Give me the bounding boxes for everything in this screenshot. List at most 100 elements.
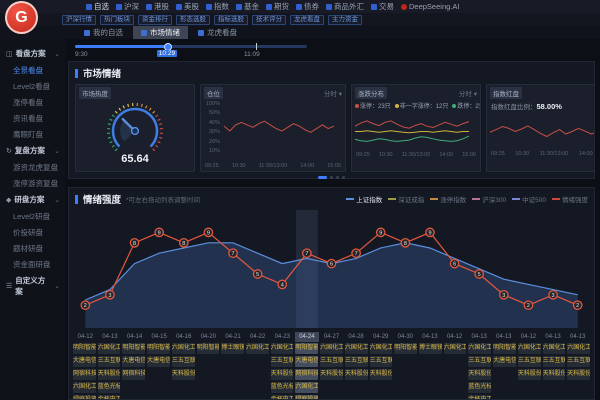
date-cell[interactable]: 04-13 xyxy=(418,332,443,342)
stock-cell[interactable]: 六国化工 xyxy=(246,343,269,354)
stock-cell[interactable]: 绿庭投资 xyxy=(295,395,318,399)
stock-cell[interactable]: 三五互联 xyxy=(271,356,294,367)
stock-cell[interactable]: 六国化工 xyxy=(543,343,566,354)
stock-cell[interactable]: 金杯电工 xyxy=(98,395,121,399)
stock-cell[interactable]: 三五互联 xyxy=(518,356,541,367)
date-cell[interactable]: 04-13 xyxy=(565,332,590,342)
updown-period-dropdown[interactable]: 分时 ▾ xyxy=(459,88,477,98)
stock-cell[interactable]: 三五互联 xyxy=(172,356,195,367)
stock-cell[interactable]: 天科股份 xyxy=(543,369,566,380)
date-cell[interactable]: 04-23 xyxy=(270,332,295,342)
topbar-menu-item[interactable]: 自选 xyxy=(86,1,109,12)
stock-cell[interactable]: 大唐电信 xyxy=(493,356,516,367)
toolbar-button[interactable]: 主力资金 xyxy=(328,15,362,25)
stock-cell[interactable]: 三五互联 xyxy=(543,356,566,367)
sidebar-section-header[interactable]: ☰自定义方案⌄ xyxy=(0,272,65,300)
date-cell[interactable]: 04-30 xyxy=(393,332,418,342)
stock-cell[interactable]: 六国化工 xyxy=(370,343,393,354)
date-cell[interactable]: 04-13 xyxy=(467,332,492,342)
stock-cell[interactable]: 明阳智能 xyxy=(493,343,516,354)
stock-cell[interactable]: 三五互联 xyxy=(567,356,590,367)
stock-cell[interactable]: 天科股份 xyxy=(172,369,195,380)
topbar-menu-item[interactable]: 期货 xyxy=(266,1,289,12)
stock-cell[interactable]: 天科股份 xyxy=(271,369,294,380)
date-cell[interactable]: 04-21 xyxy=(221,332,246,342)
sidebar-item[interactable]: 涨停看盘 xyxy=(0,94,65,110)
topbar-menu-item[interactable]: 港股 xyxy=(146,1,169,12)
topbar-menu-item[interactable]: 基金 xyxy=(236,1,259,12)
date-cell[interactable]: 04-16 xyxy=(171,332,196,342)
stock-cell[interactable]: 六国化工 xyxy=(98,343,121,354)
stock-cell[interactable]: 大唐电信 xyxy=(147,356,170,367)
stock-cell[interactable]: 金杯电工 xyxy=(271,395,294,399)
stock-cell[interactable]: 六国化工 xyxy=(271,343,294,354)
date-cell[interactable]: 04-12 xyxy=(442,332,467,342)
date-cell[interactable]: 04-28 xyxy=(344,332,369,342)
stock-cell[interactable]: 三五互联 xyxy=(320,356,343,367)
stock-cell[interactable]: 天科股份 xyxy=(468,369,491,380)
carousel-dot[interactable] xyxy=(318,176,327,179)
topbar-menu-item[interactable]: 沪深 xyxy=(116,1,139,12)
date-cell[interactable]: 04-27 xyxy=(319,332,344,342)
stock-cell[interactable]: 大唐电信 xyxy=(295,356,318,367)
sidebar-section-header[interactable]: ◫看盘方案⌄ xyxy=(0,45,65,62)
date-cell[interactable]: 04-20 xyxy=(196,332,221,342)
stock-cell[interactable]: 六国化工 xyxy=(345,343,368,354)
toolbar-button[interactable]: 资金排行 xyxy=(138,15,172,25)
stock-cell[interactable]: 六国化工 xyxy=(295,382,318,393)
date-cell[interactable]: 04-12 xyxy=(73,332,98,342)
date-cell[interactable]: 04-12 xyxy=(516,332,541,342)
stock-cell[interactable]: 六国化工 xyxy=(320,343,343,354)
stock-cell[interactable]: 金杯电工 xyxy=(468,395,491,399)
sidebar-item[interactable]: 全景看盘 xyxy=(0,62,65,78)
stock-cell[interactable]: 天科股份 xyxy=(98,369,121,380)
legend-entry[interactable]: 上证指数 xyxy=(346,194,382,204)
legend-entry[interactable]: 涨停指数 xyxy=(430,194,466,204)
stock-cell[interactable]: 绿庭投资 xyxy=(73,395,96,399)
stock-cell[interactable]: 蓝色光标 xyxy=(271,382,294,393)
stock-cell[interactable]: 六国化工 xyxy=(567,343,590,354)
view-tab[interactable]: 我的自选 xyxy=(76,26,131,39)
date-cell[interactable]: 04-22 xyxy=(245,332,270,342)
stock-cell[interactable]: 三五互联 xyxy=(370,356,393,367)
view-tab[interactable]: 市场情绪 xyxy=(133,26,188,39)
stock-cell[interactable]: 天科股份 xyxy=(567,369,590,380)
stock-cell[interactable]: 网宿科技 xyxy=(122,369,145,380)
sidebar-section-header[interactable]: ◆研盘方案⌄ xyxy=(0,191,65,208)
sidebar-item[interactable]: 资金面研盘 xyxy=(0,256,65,272)
stock-cell[interactable]: 明阳智能 xyxy=(73,343,96,354)
toolbar-button[interactable]: 龙虎看盘 xyxy=(290,15,324,25)
toolbar-button[interactable]: 指标选股 xyxy=(214,15,248,25)
stock-cell[interactable]: 明阳智能 xyxy=(122,343,145,354)
toolbar-button[interactable]: 沪深行情 xyxy=(62,15,96,25)
topbar-menu-item[interactable]: 债券 xyxy=(296,1,319,12)
sidebar-item[interactable]: 游资龙虎复盘 xyxy=(0,159,65,175)
legend-entry[interactable]: 深证成指 xyxy=(388,194,424,204)
toolbar-button[interactable]: 热门板块 xyxy=(100,15,134,25)
carousel-dot[interactable] xyxy=(330,176,333,179)
legend-entry[interactable]: 沪深300 xyxy=(472,194,506,204)
stock-cell[interactable]: 网宿科技 xyxy=(295,369,318,380)
stock-cell[interactable]: 明阳智能 xyxy=(197,343,220,354)
stock-cell[interactable]: 六国化工 xyxy=(468,343,491,354)
topbar-menu-item[interactable]: 交易 xyxy=(371,1,394,12)
topbar-menu-item[interactable]: 美股 xyxy=(176,1,199,12)
stock-cell[interactable]: 网宿科技 xyxy=(73,369,96,380)
topbar-menu-item[interactable]: 指数 xyxy=(206,1,229,12)
date-cell[interactable]: 04-13 xyxy=(98,332,123,342)
stock-cell[interactable]: 蓝色光标 xyxy=(98,382,121,393)
carousel-dot[interactable] xyxy=(336,176,339,179)
view-tab[interactable]: 龙虎看盘 xyxy=(190,26,245,39)
sidebar-item[interactable]: 资讯看盘 xyxy=(0,110,65,126)
stock-cell[interactable]: 明阳智能 xyxy=(147,343,170,354)
date-cell[interactable]: 04-13 xyxy=(492,332,517,342)
position-period-dropdown[interactable]: 分时 ▾ xyxy=(324,88,342,98)
stock-cell[interactable]: 天科股份 xyxy=(518,369,541,380)
stock-cell[interactable]: 明阳智能 xyxy=(295,343,318,354)
toolbar-button[interactable]: 形态选股 xyxy=(176,15,210,25)
sidebar-item[interactable]: Level2看盘 xyxy=(0,78,65,94)
stock-cell[interactable]: 明阳智能 xyxy=(394,343,417,354)
topbar-menu-item[interactable]: 商品外汇 xyxy=(326,1,364,12)
sidebar-item[interactable]: 价投研盘 xyxy=(0,224,65,240)
date-cell[interactable]: 04-29 xyxy=(368,332,393,342)
